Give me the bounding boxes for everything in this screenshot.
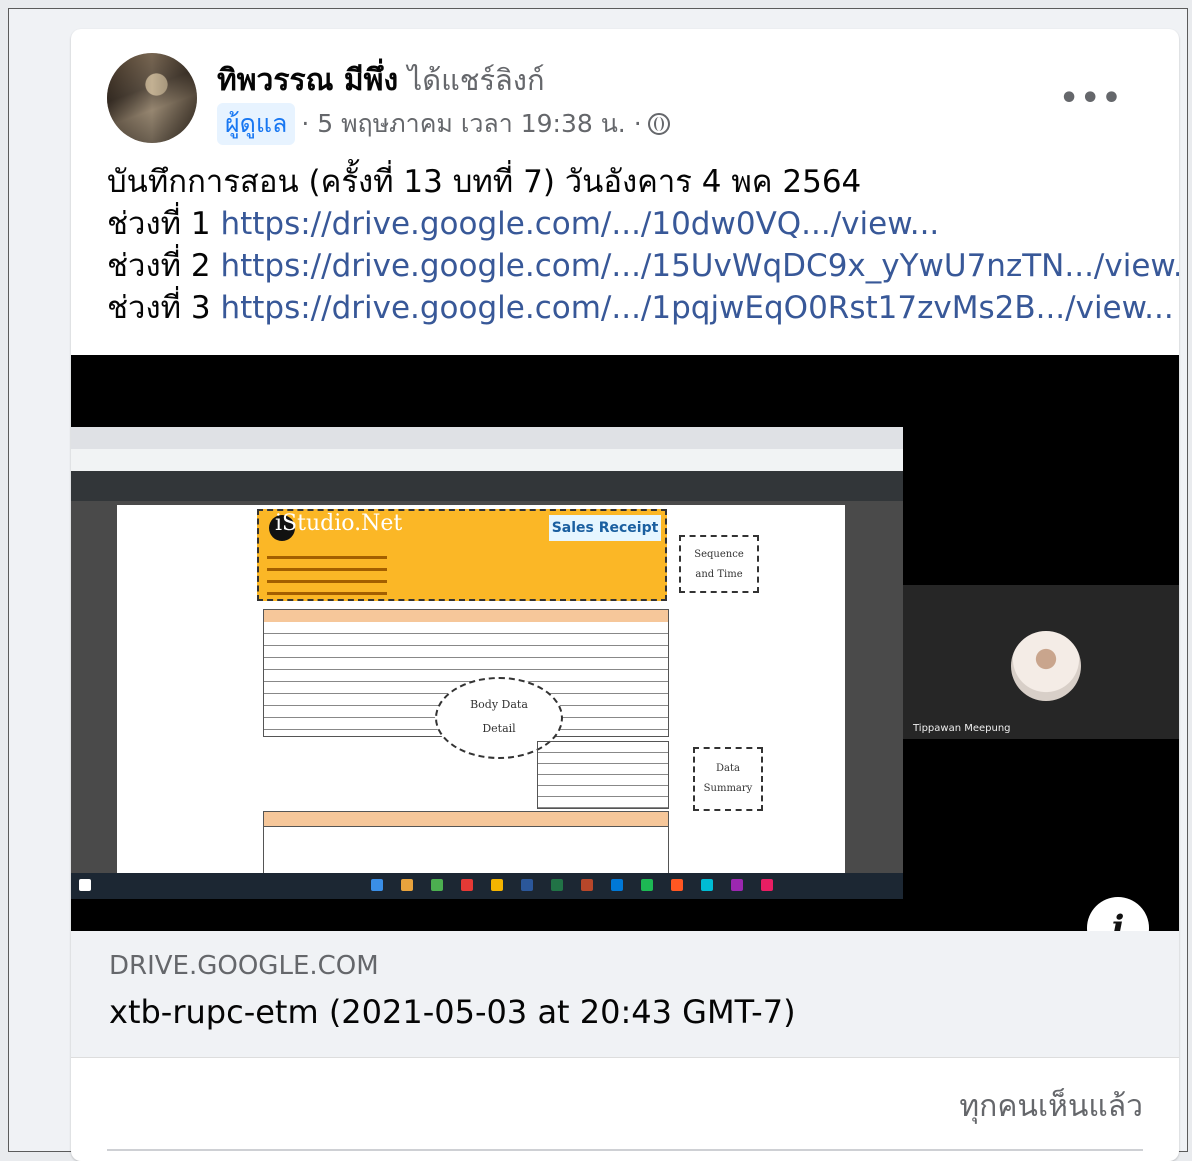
author-line: ทิพวรรณ มีพึ่ง ได้แชร์ลิงก์ [217,57,545,104]
link-line-3: ช่วงที่ 3 https://drive.google.com/.../1… [107,287,1179,329]
link-preview[interactable]: DRIVE.GOOGLE.COM xtb-rupc-etm (2021-05-0… [71,931,1179,1058]
receipt-logo: iStudio.Net [275,511,403,536]
link-line-label: ช่วงที่ 1 [107,206,221,242]
drive-link-1[interactable]: https://drive.google.com/.../10dw0VQ.../… [220,206,939,242]
globe-icon [647,113,670,135]
participant-avatar [1011,631,1081,701]
author-avatar[interactable] [107,53,197,143]
link-title[interactable]: xtb-rupc-etm (2021-05-03 at 20:43 GMT-7) [109,993,796,1031]
shared-screen: iStudio.Net Sales Receipt Sequence and T… [71,427,903,899]
admin-badge[interactable]: ผู้ดูแล [217,103,296,145]
browser-address-bar [71,449,903,472]
participant-tile: Tippawan Meepung [903,585,1179,739]
link-line-1: ช่วงที่ 1 https://drive.google.com/.../1… [107,203,1179,245]
receipt-header: iStudio.Net Sales Receipt [257,509,667,601]
header-lines [267,547,407,604]
sales-receipt-label: Sales Receipt [549,515,661,541]
oval-line-1: Body Data [470,698,528,711]
post-text-line: บันทึกการสอน (ครั้งที่ 13 บทที่ 7) วันอั… [107,164,862,200]
pdf-page: iStudio.Net Sales Receipt Sequence and T… [117,505,845,875]
sequence-box: Sequence and Time [679,535,759,593]
link-domain: DRIVE.GOOGLE.COM [109,951,379,981]
lower-detail-table [263,811,669,875]
divider [107,1149,1143,1151]
shared-link-action: ได้แชร์ลิงก์ [407,63,545,97]
windows-taskbar [71,873,903,899]
post-card: ทิพวรรณ มีพึ่ง ได้แชร์ลิงก์ ผู้ดูแล · 5 … [71,29,1179,1161]
video-thumbnail[interactable]: iStudio.Net Sales Receipt Sequence and T… [71,355,1179,931]
browser-tab-bar [71,427,903,449]
info-icon[interactable]: i [1087,897,1149,931]
sequence-line-2: and Time [695,569,743,580]
post-body: บันทึกการสอน (ครั้งที่ 13 บทที่ 7) วันอั… [107,161,1179,329]
post-meta: ผู้ดูแล · 5 พฤษภาคม เวลา 19:38 น. · [217,103,670,145]
seen-by-label[interactable]: ทุกคนเห็นแล้ว [959,1083,1143,1130]
more-options-button[interactable]: ••• [1059,81,1123,116]
post-timestamp[interactable]: · 5 พฤษภาคม เวลา 19:38 น. · [301,104,641,144]
drive-link-3[interactable]: https://drive.google.com/.../1pqjwEqO0Rs… [220,290,1173,326]
link-line-2: ช่วงที่ 2 https://drive.google.com/.../1… [107,245,1179,287]
pdf-toolbar [71,471,903,501]
summary-table [537,741,669,809]
author-name[interactable]: ทิพวรรณ มีพึ่ง [217,63,398,98]
participant-name: Tippawan Meepung [913,723,1011,734]
drive-link-2[interactable]: https://drive.google.com/.../15UvWqDC9x_… [220,248,1179,284]
summary-box: Data Summary [693,747,763,811]
sequence-line-1: Sequence [694,549,744,560]
link-line-label: ช่วงที่ 3 [107,290,221,326]
oval-line-2: Detail [482,722,516,735]
link-line-label: ช่วงที่ 2 [107,248,221,284]
summary-line-2: Summary [703,783,753,794]
summary-line-1: Data [716,763,740,774]
post-frame: ทิพวรรณ มีพึ่ง ได้แชร์ลิงก์ ผู้ดูแล · 5 … [8,8,1188,1161]
